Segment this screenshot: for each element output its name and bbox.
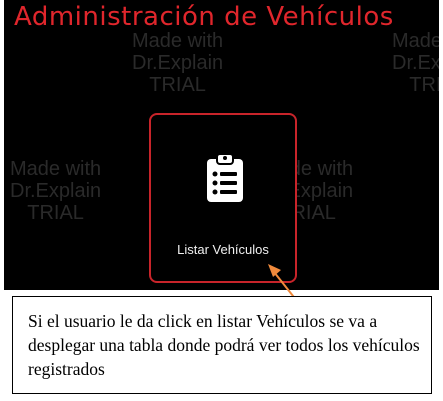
- watermark-line: Dr.Explain: [392, 52, 439, 74]
- watermark-line: TRIAL: [149, 74, 206, 96]
- watermark-line: Dr.Explain: [132, 52, 224, 74]
- watermark: Made with Dr.Explain TRIAL: [132, 30, 223, 96]
- watermark-line: Made with: [392, 30, 439, 52]
- list-vehicles-label: Listar Vehículos: [177, 242, 269, 257]
- clipboard-list-icon: [207, 153, 243, 202]
- annotation-text: Si el usuario le da click en listar Vehí…: [28, 311, 420, 379]
- watermark-line: Made with: [132, 30, 224, 52]
- watermark: Made with Dr.Explain TRIAL: [10, 158, 101, 224]
- list-vehicles-button[interactable]: Listar Vehículos: [149, 113, 297, 283]
- watermark: Made with Dr.Explain TRIAL: [392, 30, 439, 96]
- watermark-line: Made with: [10, 158, 102, 180]
- app-screen: Administración de Vehículos Made with Dr…: [4, 0, 439, 290]
- annotation-callout: Si el usuario le da click en listar Vehí…: [12, 296, 432, 394]
- watermark-line: TRIAL: [409, 74, 439, 96]
- watermark-line: TRIAL: [27, 202, 84, 224]
- page-title: Administración de Vehículos: [14, 2, 394, 32]
- watermark-line: Dr.Explain: [10, 180, 102, 202]
